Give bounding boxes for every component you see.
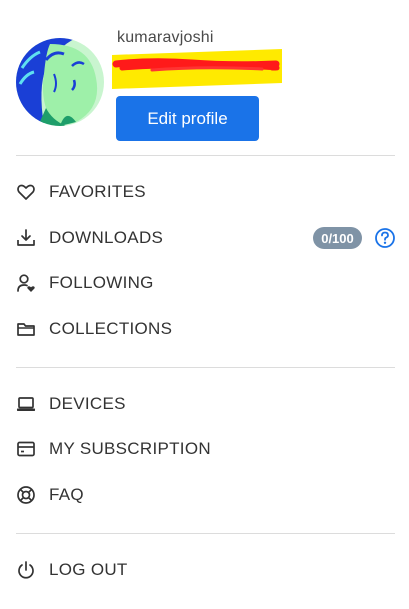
divider: [16, 155, 395, 156]
menu-label-logout: LOG OUT: [49, 560, 128, 579]
menu-item-favorites[interactable]: FAVORITES: [0, 172, 409, 212]
redacted-email: [112, 49, 284, 89]
menu-item-faq[interactable]: FAQ: [0, 475, 409, 515]
power-icon: [16, 560, 36, 580]
lifebuoy-icon: [16, 485, 36, 505]
menu-label-collections: COLLECTIONS: [49, 319, 173, 338]
folder-icon: [16, 319, 36, 339]
profile-header: kumaravjoshi Edit profile: [0, 0, 409, 156]
menu-item-collections[interactable]: COLLECTIONS: [0, 309, 409, 349]
avatar[interactable]: [16, 38, 104, 126]
menu-label-devices: DEVICES: [49, 394, 126, 413]
menu-item-following[interactable]: FOLLOWING: [0, 263, 409, 303]
redaction-scribble: [112, 58, 280, 72]
menu-label-subscription: MY SUBSCRIPTION: [49, 439, 211, 458]
heart-icon: [16, 182, 36, 202]
edit-profile-button[interactable]: Edit profile: [116, 96, 259, 141]
menu-item-devices[interactable]: DEVICES: [0, 384, 409, 424]
divider: [16, 533, 395, 534]
download-icon: [16, 228, 36, 248]
user-heart-icon: [16, 273, 36, 293]
question-circle-icon[interactable]: [374, 227, 396, 249]
menu-item-subscription[interactable]: MY SUBSCRIPTION: [0, 429, 409, 469]
avatar-illustration: [16, 38, 104, 126]
menu-label-downloads: DOWNLOADS: [49, 228, 164, 247]
menu-item-downloads[interactable]: DOWNLOADS 0/100: [0, 218, 409, 258]
laptop-icon: [16, 394, 36, 414]
menu-label-faq: FAQ: [49, 485, 84, 504]
credit-card-icon: [16, 439, 36, 459]
menu-label-favorites: FAVORITES: [49, 182, 146, 201]
divider: [16, 367, 395, 368]
download-count-badge: 0/100: [313, 227, 362, 249]
username: kumaravjoshi: [117, 29, 214, 46]
menu-item-logout[interactable]: LOG OUT: [0, 550, 409, 590]
menu-label-following: FOLLOWING: [49, 273, 154, 292]
